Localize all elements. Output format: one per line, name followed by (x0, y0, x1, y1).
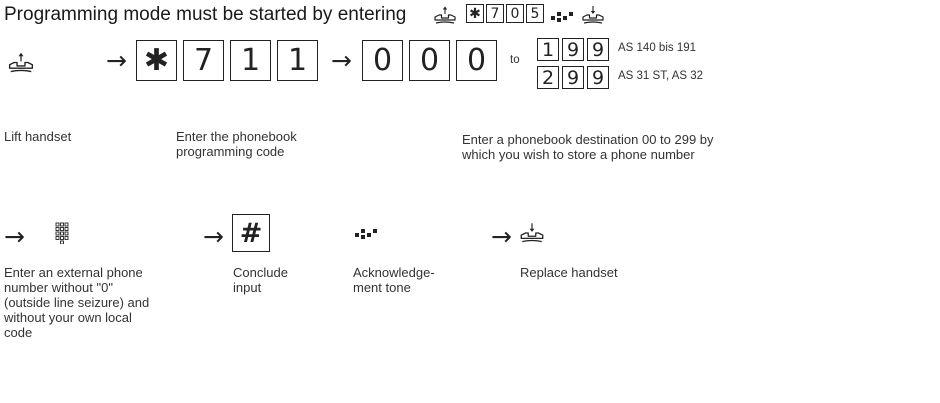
key-0: 0 (456, 40, 497, 81)
arrow-right-icon: → (203, 222, 224, 251)
key-9: 9 (587, 66, 609, 89)
key-2: 2 (537, 66, 559, 89)
key-0: 0 (409, 40, 450, 81)
keypad-icon (55, 222, 69, 244)
key-7: 7 (183, 40, 224, 81)
label-phonebook-destination: Enter a phonebook destination 00 to 299 … (462, 132, 714, 162)
handset-replace-icon (518, 221, 546, 245)
handset-replace-icon (580, 4, 606, 26)
page-title: Programming mode must be started by ente… (4, 4, 407, 25)
key-5: 5 (526, 4, 544, 23)
key-star: ✱ (466, 4, 484, 23)
key-star: ✱ (136, 40, 177, 81)
acknowledge-tone-icon (549, 9, 575, 23)
key-1: 1 (230, 40, 271, 81)
arrow-right-icon: → (491, 222, 512, 251)
to-text: to (510, 54, 520, 66)
key-hash: # (232, 214, 270, 252)
key-9: 9 (562, 66, 584, 89)
key-0: 0 (506, 4, 524, 23)
label-acknowledge-tone: Acknowledge- ment tone (353, 265, 435, 295)
label-replace-handset: Replace handset (520, 265, 618, 280)
arrow-right-icon: → (4, 222, 25, 251)
arrow-right-icon: → (331, 46, 352, 75)
range-label-as140: AS 140 bis 191 (618, 42, 697, 54)
key-9: 9 (587, 38, 609, 61)
label-lift-handset: Lift handset (4, 129, 72, 144)
key-7: 7 (486, 4, 504, 23)
key-0: 0 (362, 40, 403, 81)
acknowledge-tone-icon (353, 226, 379, 240)
label-external-number: Enter an external phone number without "… (4, 265, 150, 340)
handset-lift-icon (432, 4, 458, 26)
label-conclude-input: Conclude input (233, 265, 288, 295)
key-1: 1 (537, 38, 559, 61)
key-1: 1 (277, 40, 318, 81)
arrow-right-icon: → (106, 46, 127, 75)
handset-lift-icon (6, 50, 36, 75)
label-programming-code: Enter the phonebook programming code (176, 129, 297, 159)
range-label-as31: AS 31 ST, AS 32 (618, 70, 704, 82)
key-9: 9 (562, 38, 584, 61)
